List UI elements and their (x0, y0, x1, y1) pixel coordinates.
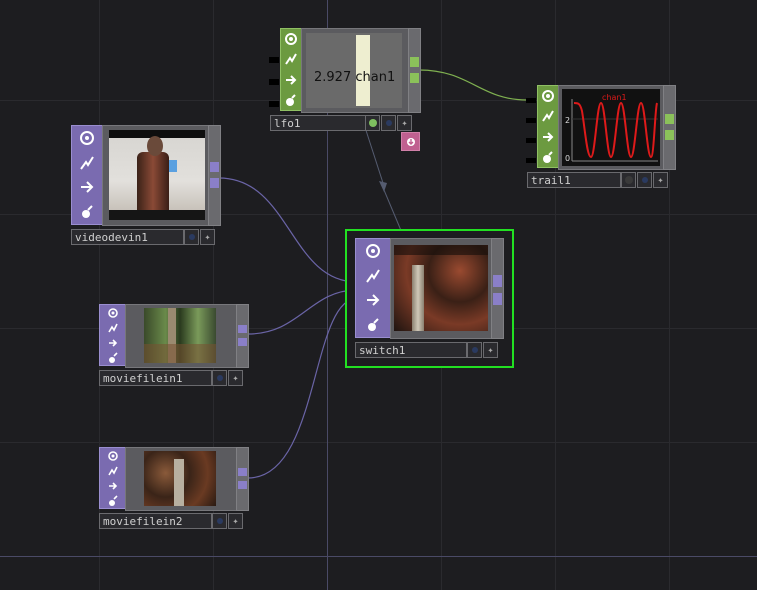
videodevin1-name[interactable]: videodevin1 (71, 229, 184, 245)
lock-icon[interactable] (107, 351, 119, 364)
wire-videodevin1-switch1 (218, 177, 358, 283)
viewer-active-icon[interactable] (365, 243, 381, 259)
plus-flag-icon[interactable]: ✦ (397, 115, 412, 131)
lfo1-input-port[interactable] (269, 57, 279, 63)
cook-arrow-icon[interactable] (107, 337, 119, 349)
reference-arrow-head (379, 181, 387, 192)
node-moviefilein2[interactable]: moviefilein2 ✦ (99, 447, 249, 529)
node-lfo1[interactable]: 2.927 chan1 lfo1 ✦ (269, 28, 421, 151)
lfo1-name[interactable]: lfo1 (270, 115, 366, 131)
trail1-graph: 2 0 chan1 (565, 93, 658, 163)
bypass-icon[interactable] (541, 109, 555, 123)
trail1-input-port[interactable] (526, 98, 536, 103)
wire-moviefilein2-switch1 (247, 297, 358, 479)
bypass-icon[interactable] (107, 322, 119, 334)
switch1-output-port[interactable] (493, 275, 502, 287)
trail1-name[interactable]: trail1 (527, 172, 621, 188)
switch1-output-port[interactable] (493, 293, 502, 305)
moviefilein2-output-port[interactable] (238, 481, 247, 489)
switch1-preview (394, 245, 488, 331)
wire-moviefilein1-switch1 (247, 289, 358, 335)
lock-icon[interactable] (79, 204, 95, 220)
lfo1-value-text: 2.927 chan1 (314, 70, 395, 85)
moviefilein2-output-port[interactable] (238, 468, 247, 476)
trail1-graph-label: chan1 (602, 93, 627, 102)
videodevin1-preview (109, 130, 205, 220)
cook-arrow-icon[interactable] (365, 292, 381, 308)
switch1-name[interactable]: switch1 (355, 342, 467, 358)
lock-icon[interactable] (107, 494, 119, 507)
videodevin1-output-port[interactable] (210, 178, 219, 188)
wire-lfo1-trail1 (418, 69, 528, 101)
node-moviefilein1[interactable]: moviefilein1 ✦ (99, 304, 249, 386)
lfo1-output-port[interactable] (410, 73, 419, 83)
bypass-icon[interactable] (107, 465, 119, 477)
trail1-viewer: 2 0 chan1 (562, 89, 660, 166)
display-flag-icon[interactable] (212, 513, 227, 529)
viewer-active-icon[interactable] (284, 32, 298, 46)
display-flag-icon[interactable] (212, 370, 227, 386)
moviefilein1-preview (144, 308, 216, 363)
display-flag-icon[interactable] (467, 342, 482, 358)
lfo1-input-port[interactable] (269, 101, 279, 107)
cook-arrow-icon[interactable] (107, 480, 119, 492)
plus-flag-icon[interactable]: ✦ (228, 513, 243, 529)
plus-flag-icon[interactable]: ✦ (483, 342, 498, 358)
trail1-output-port[interactable] (665, 114, 674, 124)
node-videodevin1[interactable]: videodevin1 ✦ (71, 125, 221, 245)
lock-icon[interactable] (541, 150, 555, 164)
trail1-input-port[interactable] (526, 138, 536, 143)
cook-arrow-icon[interactable] (284, 73, 298, 87)
viewer-active-icon[interactable] (107, 307, 119, 319)
export-flag-icon[interactable] (401, 132, 420, 151)
viewer-flag-icon[interactable] (621, 172, 636, 188)
display-flag-icon[interactable] (184, 229, 199, 245)
videodevin1-output-port[interactable] (210, 162, 219, 172)
node-trail1[interactable]: 2 0 chan1 trail1 ✦ (526, 85, 676, 188)
lfo1-output-port[interactable] (410, 57, 419, 67)
moviefilein1-output-port[interactable] (238, 338, 247, 346)
lfo1-value: 2.927 (314, 70, 352, 85)
plus-flag-icon[interactable]: ✦ (653, 172, 668, 188)
viewer-flag-icon[interactable] (365, 115, 380, 131)
trail1-input-port[interactable] (526, 118, 536, 123)
trail1-tick-0: 0 (565, 154, 570, 163)
moviefilein1-output-port[interactable] (238, 325, 247, 333)
cook-arrow-icon[interactable] (541, 130, 555, 144)
lfo1-input-port[interactable] (269, 79, 279, 85)
viewer-active-icon[interactable] (107, 450, 119, 462)
bypass-icon[interactable] (284, 52, 298, 66)
lock-icon[interactable] (365, 317, 381, 333)
cook-arrow-icon[interactable] (79, 179, 95, 195)
node-switch1[interactable]: switch1 ✦ (345, 229, 514, 368)
bypass-icon[interactable] (365, 268, 381, 284)
display-flag-icon[interactable] (637, 172, 652, 188)
bypass-icon[interactable] (79, 155, 95, 171)
network-editor[interactable]: 2.927 chan1 lfo1 ✦ 2 0 chan1 trail1 ✦ vi… (0, 0, 757, 590)
lfo1-viewer: 2.927 chan1 (306, 33, 402, 108)
moviefilein2-name[interactable]: moviefilein2 (99, 513, 212, 529)
viewer-active-icon[interactable] (541, 89, 555, 103)
plus-flag-icon[interactable]: ✦ (228, 370, 243, 386)
viewer-active-icon[interactable] (79, 130, 95, 146)
trail1-input-port[interactable] (526, 158, 536, 163)
moviefilein1-name[interactable]: moviefilein1 (99, 370, 212, 386)
trail1-tick-2: 2 (565, 116, 570, 125)
lock-icon[interactable] (284, 93, 298, 107)
trail1-output-port[interactable] (665, 130, 674, 140)
plus-flag-icon[interactable]: ✦ (200, 229, 215, 245)
display-flag-icon[interactable] (381, 115, 396, 131)
lfo1-channel: chan1 (355, 70, 396, 85)
moviefilein2-preview (144, 451, 216, 506)
